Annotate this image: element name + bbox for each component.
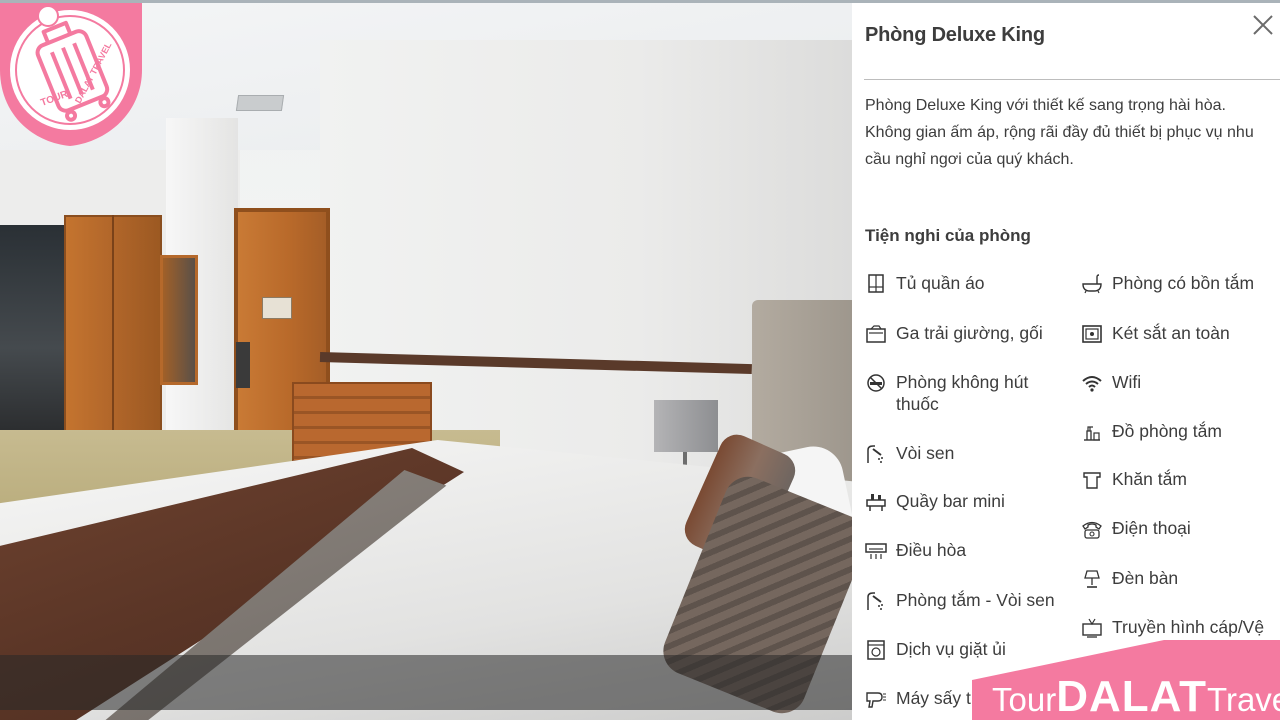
amenity-label: Ga trải giường, gối: [896, 323, 1043, 343]
bathtub-icon: [1082, 274, 1102, 294]
amenity-label: Két sắt an toàn: [1112, 323, 1230, 343]
amenity-label: Dịch vụ giặt ủi: [896, 639, 1006, 659]
towel-icon: [1083, 472, 1101, 489]
amenity-label: Vòi sen: [896, 443, 955, 463]
toiletries-icon: [1084, 426, 1100, 441]
no-smoking-icon: [867, 374, 885, 392]
room-title: Phòng Deluxe King: [865, 24, 1045, 46]
room-detail-panel: Phòng Deluxe King Phòng Deluxe King với …: [852, 0, 1280, 720]
amenity-label: Điện thoại: [1112, 518, 1191, 538]
desk-lamp-icon: [1084, 570, 1100, 588]
wardrobe-seam: [112, 215, 114, 445]
amenity-item: Đồ phòng tắm: [1081, 420, 1277, 442]
amenity-item: Dịch vụ giặt ủi: [865, 638, 1065, 660]
amenity-item: Vòi sen: [865, 442, 1065, 464]
amenity-item: Két sắt an toàn: [1081, 322, 1277, 344]
laundry-icon: [867, 640, 885, 660]
promo-post: Travel: [1207, 681, 1280, 718]
amenity-label: Phòng không hút thuốc: [896, 372, 1029, 414]
amenity-label: Phòng tắm - Vòi sen: [896, 590, 1055, 610]
amenities-heading: Tiện nghi của phòng: [865, 226, 1031, 245]
promo-text: TourDALATTravel: [992, 672, 1280, 720]
bathroom-glass: [0, 225, 65, 430]
amenity-label: Wifi: [1112, 372, 1142, 392]
amenity-item: Wifi: [1081, 371, 1277, 393]
minibar-icon: [866, 494, 886, 511]
door-sign: [262, 297, 292, 319]
amenity-label: Đèn bàn: [1112, 568, 1179, 588]
cable-tv-icon: [1082, 618, 1102, 638]
amenity-item: Điện thoại: [1081, 517, 1277, 539]
amenity-item: Phòng tắm - Vòi sen: [865, 589, 1075, 611]
amenity-item: Đèn bàn: [1081, 567, 1277, 589]
door-handle: [236, 342, 250, 388]
promo-main: DALAT: [1056, 672, 1208, 720]
wall-mirror: [160, 255, 198, 385]
amenity-item: Khăn tắm: [1081, 468, 1277, 490]
amenity-label: Điều hòa: [896, 540, 967, 560]
safe-icon: [1082, 325, 1102, 343]
photo-caption-bar: [0, 655, 852, 710]
promo-pre: Tour: [992, 681, 1057, 718]
amenity-label: Quầy bar mini: [896, 491, 1005, 511]
amenity-label: Phòng có bồn tắm: [1112, 273, 1255, 293]
hair-dryer-icon: [866, 692, 886, 708]
amenity-label: Truyền hình cáp/Vệ: [1112, 617, 1265, 637]
shower-room-icon: [867, 592, 883, 610]
amenity-item: Phòng không hút thuốc: [865, 371, 1065, 415]
telephone-icon: [1082, 521, 1102, 539]
amenity-item: Ga trải giường, gối: [865, 322, 1075, 344]
amenity-item: Tủ quần áo: [865, 272, 1065, 294]
brand-logo: TOUR DALAT TRAVEL: [0, 0, 142, 146]
close-icon[interactable]: [1250, 12, 1276, 38]
amenity-item: Quầy bar mini: [865, 490, 1065, 512]
panel-divider: [864, 79, 1280, 80]
wardrobe-icon: [868, 274, 884, 293]
amenity-item: Điều hòa: [865, 539, 1065, 561]
bed-linen-icon: [866, 325, 886, 343]
shower-icon: [867, 445, 883, 463]
top-border: [0, 0, 1280, 3]
air-conditioner-icon: [865, 543, 887, 559]
amenity-item: Truyền hình cáp/Vệ: [1081, 616, 1277, 638]
ceiling-vent: [235, 95, 285, 111]
amenity-label: Tủ quần áo: [896, 273, 985, 293]
room-description: Phòng Deluxe King với thiết kế sang trọn…: [865, 97, 1254, 168]
amenity-item: Phòng có bồn tắm: [1081, 272, 1277, 294]
amenity-label: Đồ phòng tắm: [1112, 421, 1222, 441]
wifi-icon: [1082, 376, 1102, 392]
amenity-label: Khăn tắm: [1112, 469, 1187, 489]
bedside-lamp: [654, 400, 718, 452]
